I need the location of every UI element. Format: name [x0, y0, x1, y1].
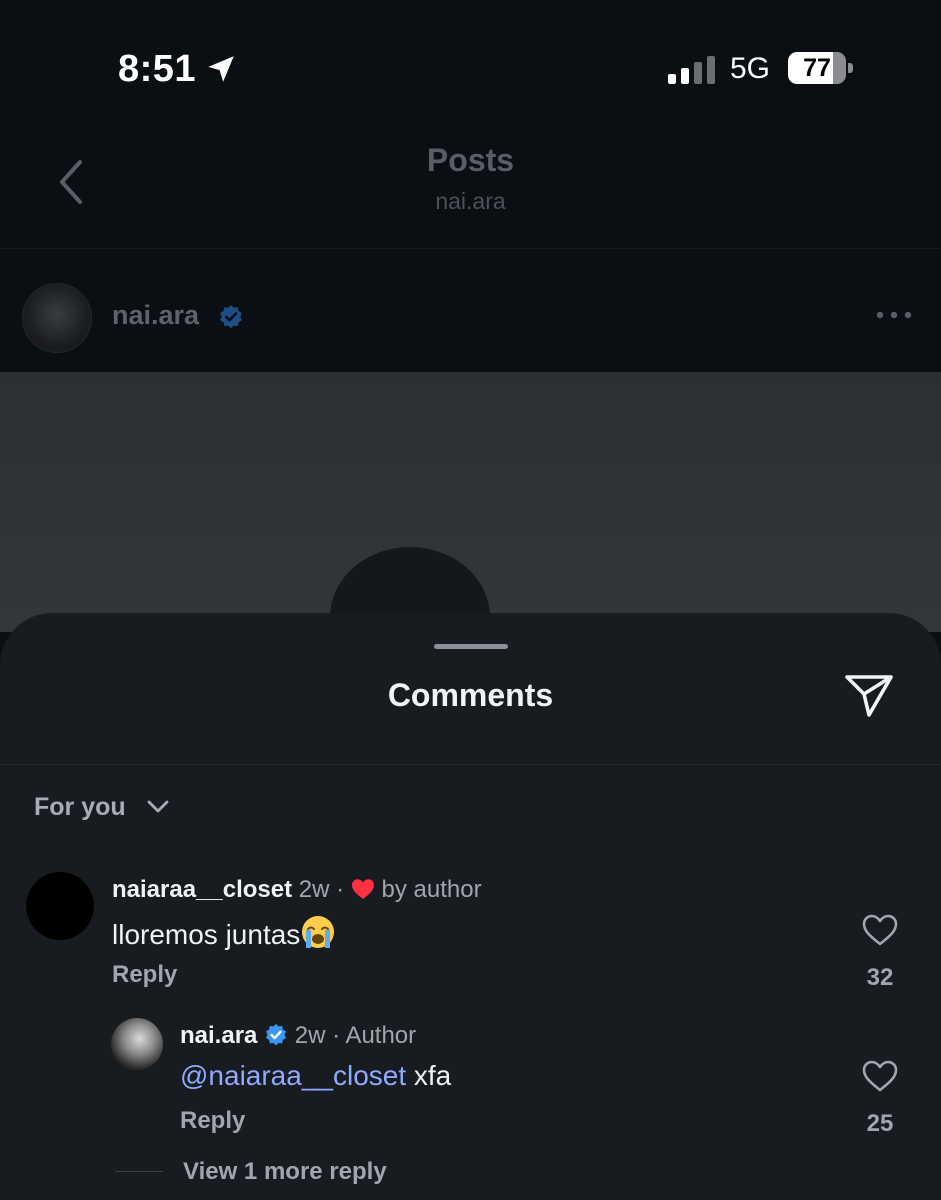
comment-sort-dropdown[interactable]: For you — [34, 793, 169, 827]
comments-sheet: Comments — [0, 613, 941, 1200]
nav-header: Posts nai.ara — [0, 130, 941, 249]
crying-face-emoji-icon — [302, 916, 335, 948]
page-subtitle: nai.ara — [435, 188, 506, 214]
page-title: Posts — [426, 142, 515, 178]
status-bar: 8:51 5G 77 — [0, 0, 941, 130]
meta-separator: · — [336, 876, 345, 903]
replies-divider-line — [115, 1171, 163, 1172]
comment-meta: naiaraa__closet 2w · by author — [112, 876, 482, 904]
battery-level: 77 — [803, 54, 831, 82]
reply-meta: nai.ara 2w · Author — [180, 1022, 416, 1050]
reply-body: xfa — [413, 1060, 452, 1091]
like-heart-icon[interactable] — [862, 1060, 898, 1092]
comment-text: lloremos juntas — [112, 914, 336, 951]
post-author-avatar[interactable] — [22, 283, 92, 353]
comment-body: lloremos juntas — [112, 919, 301, 950]
liked-heart-icon — [351, 879, 374, 899]
view-more-replies-button[interactable]: View 1 more reply — [183, 1158, 387, 1186]
reply-author-username[interactable]: nai.ara — [180, 1022, 257, 1049]
sheet-divider — [0, 764, 941, 765]
share-send-icon[interactable] — [842, 671, 896, 721]
battery-icon: 77 — [788, 52, 854, 86]
meta-separator: · — [332, 1022, 341, 1049]
reply-button[interactable]: Reply — [112, 961, 177, 989]
network-type: 5G — [730, 52, 771, 85]
verified-badge-icon — [220, 305, 242, 329]
like-count: 32 — [866, 964, 894, 991]
reply-button[interactable]: Reply — [180, 1107, 245, 1135]
verified-badge-icon — [266, 1024, 287, 1046]
commenter-avatar[interactable] — [26, 872, 94, 940]
comment-time: 2w — [298, 876, 330, 903]
reply-author-avatar[interactable] — [111, 1018, 163, 1070]
commenter-username[interactable]: naiaraa__closet — [112, 876, 292, 903]
comments-title: Comments — [387, 677, 554, 713]
post-header: nai.ara — [0, 250, 941, 372]
reply-text: @naiaraa__closet xfa — [180, 1060, 451, 1092]
post-author-username[interactable]: nai.ara — [112, 300, 199, 331]
more-options-icon[interactable] — [876, 310, 912, 320]
author-badge: Author — [345, 1022, 417, 1049]
post-image[interactable] — [0, 372, 941, 632]
liked-by-author-label: by author — [381, 876, 482, 903]
reply-time: 2w — [294, 1022, 326, 1049]
like-heart-icon[interactable] — [862, 914, 898, 946]
location-arrow-icon — [208, 56, 234, 82]
mention-link[interactable]: @naiaraa__closet — [180, 1060, 406, 1091]
sheet-grabber[interactable] — [434, 644, 508, 649]
chevron-down-icon — [147, 800, 169, 813]
status-time: 8:51 — [118, 48, 197, 90]
signal-icon — [668, 56, 715, 84]
comment-sort-label: For you — [34, 793, 126, 821]
like-count: 25 — [866, 1110, 894, 1137]
